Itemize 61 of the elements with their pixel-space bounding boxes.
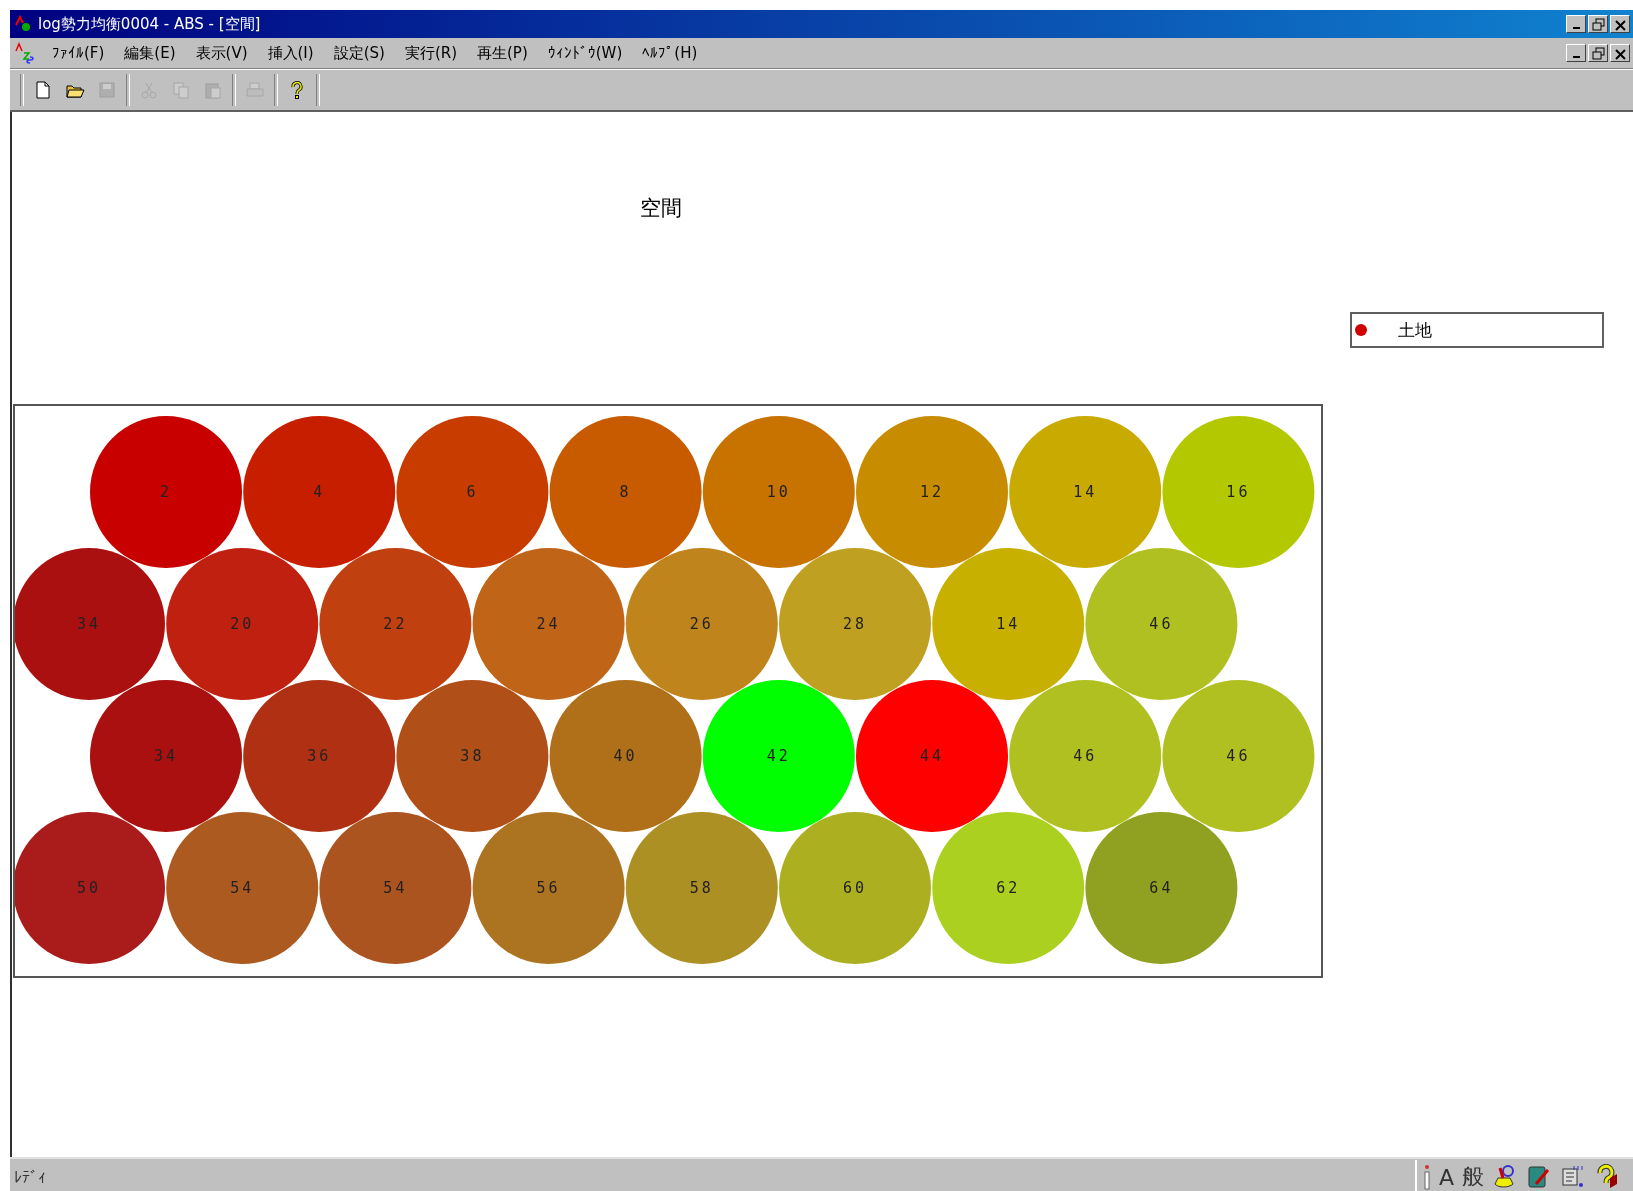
circle: 46 — [1009, 680, 1162, 832]
dictionary-icon[interactable] — [1560, 1164, 1586, 1190]
circle: 56 — [472, 812, 625, 964]
ime-mode[interactable]: 般 — [1462, 1162, 1484, 1191]
circle: 26 — [625, 548, 778, 700]
help-icon[interactable] — [1594, 1164, 1620, 1190]
circle: 14 — [932, 548, 1085, 700]
circle: 54 — [166, 812, 319, 964]
menu-item[interactable]: 実行(R) — [394, 41, 467, 65]
circle: 12 — [856, 416, 1008, 568]
close-button[interactable] — [1610, 15, 1630, 33]
restore-icon — [1590, 45, 1606, 61]
menu-item[interactable]: 編集(E) — [114, 41, 186, 65]
circle: 54 — [319, 812, 472, 964]
circle: 36 — [243, 680, 396, 832]
circle: 16 — [1162, 416, 1315, 568]
menu-item[interactable]: 挿入(I) — [257, 41, 324, 65]
circle: 14 — [1009, 416, 1162, 568]
circle: 40 — [549, 680, 702, 832]
circle: 24 — [472, 548, 625, 700]
circle: 42 — [702, 680, 855, 832]
circle: 58 — [625, 812, 778, 964]
status-text: ﾚﾃﾞｨ — [13, 1167, 47, 1187]
circle: 46 — [1085, 548, 1238, 700]
grip-icon — [1422, 1164, 1431, 1190]
document-restore-button[interactable] — [1588, 44, 1608, 62]
circle: 20 — [166, 548, 319, 700]
circle: 64 — [1085, 812, 1238, 964]
minimize-icon — [1572, 27, 1580, 29]
circle: 44 — [856, 680, 1008, 832]
minimize-icon — [1572, 56, 1580, 58]
circle: 22 — [319, 548, 472, 700]
document-minimize-button[interactable] — [1566, 44, 1586, 62]
chart-title: 空間 — [640, 195, 682, 222]
circle: 6 — [396, 416, 549, 568]
circle: 46 — [1162, 680, 1315, 832]
new-icon[interactable] — [33, 80, 53, 100]
menu-item[interactable]: ﾌｧｲﾙ(F) — [42, 42, 115, 64]
menu-item[interactable]: ｳｨﾝﾄﾞｳ(W) — [537, 42, 633, 64]
restore-icon — [1590, 16, 1606, 32]
ime-mode[interactable]: A — [1438, 1164, 1454, 1190]
circle: 60 — [779, 812, 931, 964]
menu-item[interactable]: ﾍﾙﾌﾟ(H) — [632, 42, 708, 64]
restore-button[interactable] — [1588, 15, 1608, 33]
window-title: log勢力均衡0004 - ABS - [空間] — [38, 14, 262, 34]
menu-item[interactable]: 再生(P) — [467, 41, 538, 65]
circle: 38 — [396, 680, 549, 832]
notebook-icon[interactable] — [1526, 1164, 1552, 1190]
circle: 28 — [779, 548, 931, 700]
circle: 8 — [549, 416, 702, 568]
menu-item[interactable]: 表示(V) — [185, 41, 258, 65]
circle: 4 — [243, 416, 396, 568]
circle: 10 — [702, 416, 855, 568]
minimize-button[interactable] — [1566, 15, 1586, 33]
legend-label: 土地 — [1398, 318, 1432, 342]
circle: 34 — [90, 680, 242, 832]
app-icon — [14, 15, 32, 33]
document-close-button[interactable] — [1610, 44, 1630, 62]
menu-item[interactable]: 設定(S) — [323, 41, 395, 65]
circle: 62 — [932, 812, 1085, 964]
circle: 2 — [90, 416, 242, 568]
